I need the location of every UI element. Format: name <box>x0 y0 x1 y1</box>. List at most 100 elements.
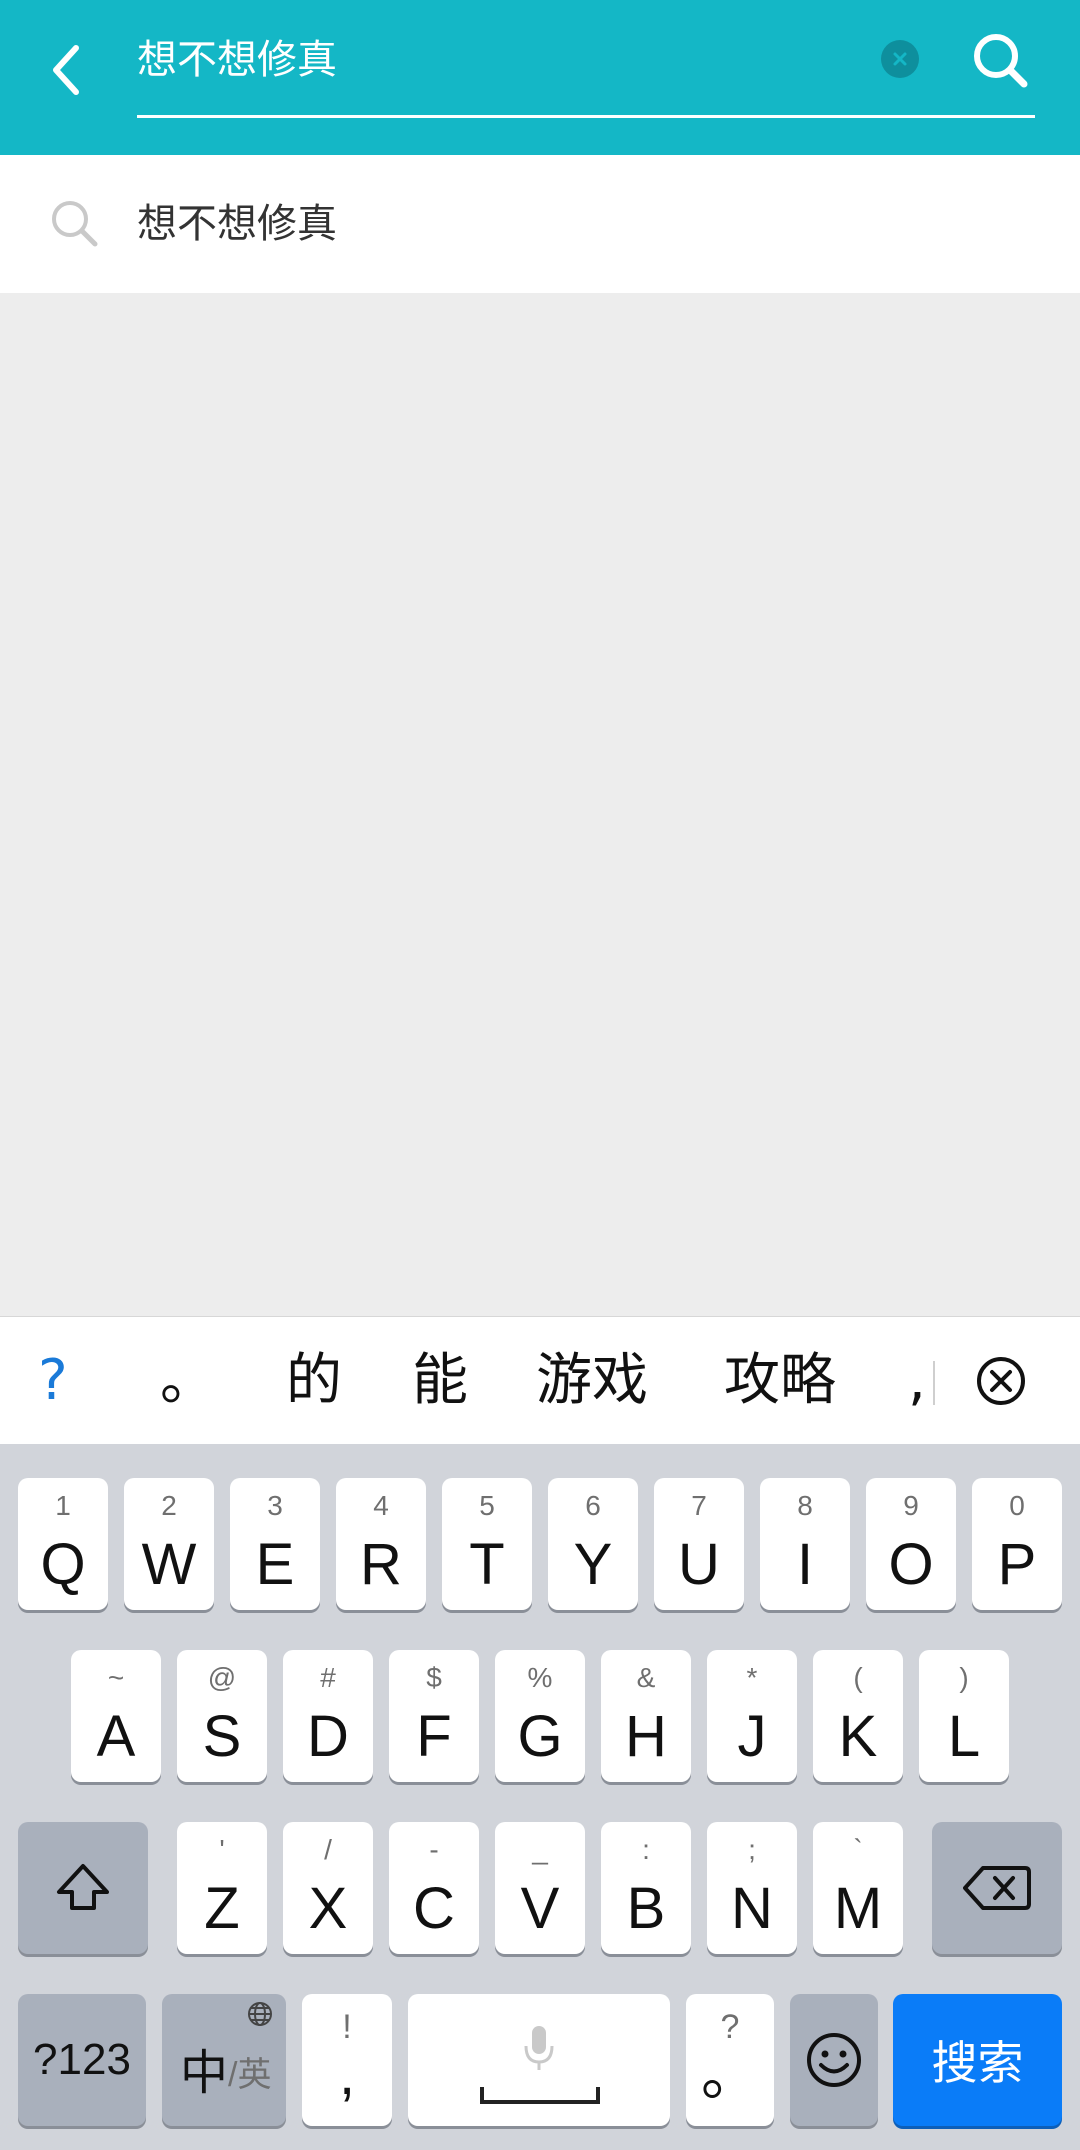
key-label: Z <box>204 1876 240 1941</box>
key-n[interactable]: ; N <box>707 1822 797 1954</box>
punctuation-key-alt-label: ! <box>342 2008 352 2046</box>
key-label: I <box>796 1532 814 1597</box>
candidate-item[interactable]: 的 <box>286 1317 342 1445</box>
shift-arrow-icon <box>57 1864 109 1910</box>
suggestion-text: 想不想修真 <box>137 201 337 247</box>
back-button[interactable] <box>36 30 96 110</box>
key-alt-label: 1 <box>55 1490 71 1521</box>
key-o[interactable]: 9O <box>866 1478 956 1610</box>
backspace-key[interactable] <box>932 1822 1062 1954</box>
language-switch-key[interactable]: 中 /英 <box>162 1994 286 2126</box>
shift-key[interactable] <box>18 1822 148 1954</box>
key-z[interactable]: ' Z <box>177 1822 267 1954</box>
key-t[interactable]: 5T <box>442 1478 532 1610</box>
punctuation-key-main-label: , <box>338 2042 356 2107</box>
search-input[interactable]: 想不想修真 <box>137 30 857 90</box>
key-alt-label: - <box>429 1834 439 1865</box>
punctuation-key-main-label: 。 <box>700 2042 759 2107</box>
suggestion-item[interactable]: 想不想修真 <box>0 155 1080 293</box>
close-candidates-button[interactable] <box>975 1355 1027 1407</box>
candidate-item[interactable]: 游戏 <box>536 1317 648 1445</box>
numbers-key[interactable]: ?123 <box>18 1994 146 2126</box>
key-j[interactable]: * J <box>707 1650 797 1782</box>
candidate-divider <box>933 1361 935 1405</box>
emoji-key[interactable] <box>790 1994 878 2126</box>
key-alt-label: ~ <box>107 1662 125 1693</box>
key-label: H <box>625 1704 667 1769</box>
key-label: V <box>520 1876 560 1941</box>
microphone-icon <box>524 2026 554 2070</box>
key-c[interactable]: -C <box>389 1822 479 1954</box>
key-r[interactable]: 4R <box>336 1478 426 1610</box>
candidate-item[interactable]: 。 <box>160 1317 216 1445</box>
key-label: S <box>202 1704 242 1769</box>
key-label: C <box>413 1876 455 1941</box>
search-input-underline <box>137 115 1035 118</box>
key-q[interactable]: 1Q <box>18 1478 108 1610</box>
key-l[interactable]: ) L <box>919 1650 1009 1782</box>
numbers-key-label: ?123 <box>33 2035 131 2084</box>
key-k[interactable]: (K <box>813 1650 903 1782</box>
key-b[interactable]: :B <box>601 1822 691 1954</box>
key-alt-label: : <box>642 1834 650 1865</box>
key-alt-label: 8 <box>797 1490 813 1521</box>
key-label: G <box>517 1704 563 1769</box>
ime-candidate-bar: ? 。 的 能 游戏 攻略 , <box>0 1316 1080 1444</box>
key-x[interactable]: / X <box>283 1822 373 1954</box>
search-action-key[interactable]: 搜索 <box>893 1994 1062 2126</box>
punctuation-key-period[interactable]: ? 。 <box>686 1994 774 2126</box>
key-label: X <box>308 1876 348 1941</box>
key-alt-label: 7 <box>691 1490 707 1521</box>
candidate-item[interactable]: 攻略 <box>724 1317 836 1445</box>
key-g[interactable]: % G <box>495 1650 585 1782</box>
key-alt-label: ; <box>748 1834 756 1865</box>
key-d[interactable]: # D <box>283 1650 373 1782</box>
key-alt-label: 6 <box>585 1490 601 1521</box>
punctuation-key-comma[interactable]: ! , <box>302 1994 392 2126</box>
key-alt-label: ( <box>853 1662 863 1693</box>
key-a[interactable]: ~ A <box>71 1650 161 1782</box>
key-alt-label: ' <box>219 1834 225 1865</box>
key-alt-label: # <box>320 1662 336 1693</box>
key-label: Q <box>40 1532 86 1597</box>
search-header: 想不想修真 <box>0 0 1080 155</box>
key-label: W <box>141 1532 197 1597</box>
language-key-main-label: 中 <box>180 2047 229 2100</box>
key-alt-label: * <box>746 1662 758 1693</box>
search-icon <box>52 201 98 247</box>
key-alt-label: $ <box>426 1662 442 1693</box>
key-label: Y <box>573 1532 613 1597</box>
candidate-item[interactable]: , <box>908 1317 926 1445</box>
key-label: O <box>888 1532 934 1597</box>
key-v[interactable]: _ V <box>495 1822 585 1954</box>
key-y[interactable]: 6Y <box>548 1478 638 1610</box>
key-alt-label: & <box>636 1662 656 1693</box>
key-f[interactable]: $ F <box>389 1650 479 1782</box>
key-alt-label: 0 <box>1009 1490 1025 1521</box>
key-alt-label: 4 <box>373 1490 389 1521</box>
search-button[interactable] <box>965 25 1035 95</box>
space-key[interactable] <box>408 1994 670 2126</box>
key-label: P <box>997 1532 1037 1597</box>
key-alt-label: / <box>324 1834 332 1865</box>
space-bar-icon <box>480 2087 600 2104</box>
key-label: B <box>626 1876 666 1941</box>
key-label: L <box>947 1704 981 1769</box>
key-label: R <box>360 1532 402 1597</box>
candidate-item[interactable]: 能 <box>412 1317 468 1445</box>
candidate-item[interactable]: ? <box>38 1317 68 1445</box>
key-alt-label: 9 <box>903 1490 919 1521</box>
key-m[interactable]: ` M <box>813 1822 903 1954</box>
clear-button[interactable] <box>881 40 919 78</box>
key-label: U <box>678 1532 720 1597</box>
key-w[interactable]: 2W <box>124 1478 214 1610</box>
key-h[interactable]: & H <box>601 1650 691 1782</box>
chevron-left-icon <box>53 45 79 95</box>
emoji-icon <box>807 2033 861 2087</box>
key-e[interactable]: 3E <box>230 1478 320 1610</box>
key-alt-label: ) <box>959 1662 969 1693</box>
key-u[interactable]: 7U <box>654 1478 744 1610</box>
key-s[interactable]: @ S <box>177 1650 267 1782</box>
key-p[interactable]: 0P <box>972 1478 1062 1610</box>
key-i[interactable]: 8I <box>760 1478 850 1610</box>
